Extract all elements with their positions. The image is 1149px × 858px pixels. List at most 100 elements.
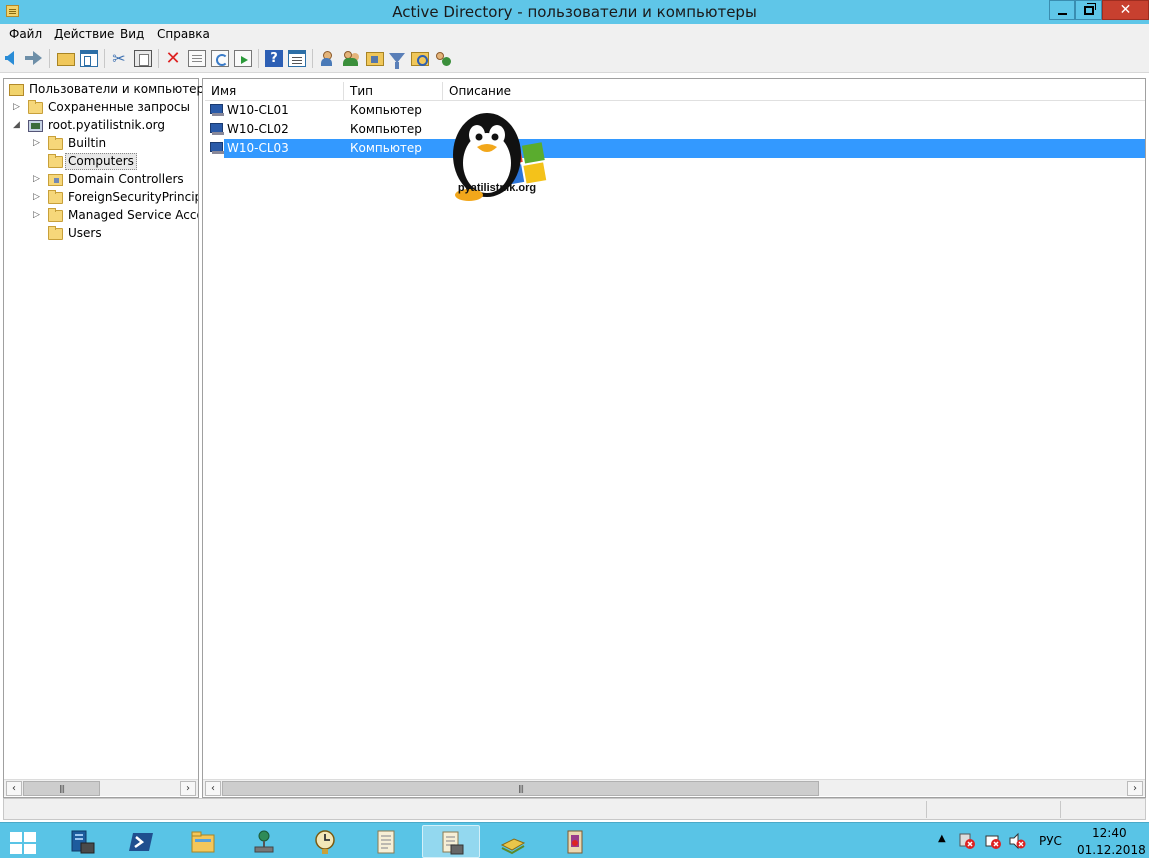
- computer-icon: [210, 123, 225, 135]
- taskbar-server-manager[interactable]: [53, 825, 111, 858]
- volume-muted-tray-icon[interactable]: [1008, 832, 1026, 850]
- clock-time[interactable]: 12:40: [1092, 826, 1127, 840]
- tree-label: Managed Service Accounts: [68, 208, 198, 222]
- expand-icon[interactable]: ▷: [32, 207, 41, 224]
- taskbar-dns[interactable]: [484, 825, 542, 858]
- taskbar-security[interactable]: [546, 825, 604, 858]
- scroll-doc-icon: [377, 830, 395, 854]
- tree-label: ForeignSecurityPrincipals: [68, 190, 198, 204]
- tree-item-saved-queries[interactable]: ▷ Сохраненные запросы: [10, 99, 200, 116]
- tree-item-users[interactable]: Users: [30, 225, 200, 242]
- expand-icon[interactable]: ▷: [32, 189, 41, 206]
- scroll-thumb[interactable]: |||: [23, 781, 100, 796]
- refresh-icon[interactable]: [211, 50, 229, 67]
- collapse-icon[interactable]: ◢: [12, 117, 21, 134]
- new-ou-icon[interactable]: [366, 52, 384, 66]
- new-user-icon[interactable]: [318, 50, 336, 67]
- column-header-type[interactable]: Тип: [344, 82, 443, 101]
- snapin-icon: [9, 84, 24, 96]
- scroll-thumb[interactable]: |||: [222, 781, 819, 796]
- tree-label: Users: [68, 226, 102, 240]
- console-tree[interactable]: Пользователи и компьютеры ▷ Сохраненные …: [3, 78, 214, 798]
- start-button[interactable]: [10, 832, 36, 854]
- results-list[interactable]: Имя Тип Описание W10-CL01 Компьютер W10-…: [202, 78, 1146, 798]
- tree-item-computers[interactable]: Computers: [30, 153, 200, 170]
- input-language-indicator[interactable]: РУС: [1039, 834, 1062, 848]
- menu-action[interactable]: Действие: [54, 27, 114, 41]
- file-explorer-icon: [191, 831, 215, 853]
- expand-icon[interactable]: ▷: [12, 99, 21, 116]
- tree-item-root[interactable]: Пользователи и компьютеры: [8, 81, 214, 98]
- tree-horizontal-scrollbar[interactable]: ‹ ||| ›: [4, 779, 198, 796]
- paste-icon[interactable]: [134, 50, 152, 67]
- tree-item-managed-service-accounts[interactable]: ▷ Managed Service Accounts: [30, 207, 198, 224]
- tree-item-foreign-security-principals[interactable]: ▷ ForeignSecurityPrincipals: [30, 189, 198, 206]
- restore-button[interactable]: [1075, 0, 1102, 20]
- powershell-icon: [129, 833, 153, 851]
- menu-help[interactable]: Справка: [157, 27, 210, 41]
- up-one-level-icon[interactable]: [57, 53, 75, 66]
- toolbar: ✂ ✕ ?: [0, 44, 1149, 73]
- forward-arrow-icon: [25, 51, 42, 65]
- table-row[interactable]: W10-CL02 Компьютер: [205, 120, 1145, 139]
- clock-icon: [315, 830, 335, 854]
- scroll-left-icon[interactable]: ‹: [6, 781, 22, 796]
- tree-item-builtin[interactable]: ▷ Builtin: [30, 135, 200, 152]
- computer-icon: [210, 142, 225, 154]
- close-button[interactable]: ✕: [1102, 0, 1149, 20]
- menu-view[interactable]: Вид: [120, 27, 144, 41]
- network-error-tray-icon[interactable]: [958, 832, 976, 850]
- column-header-name[interactable]: Имя: [205, 82, 344, 101]
- add-to-group-icon[interactable]: [434, 50, 452, 67]
- find-icon[interactable]: [411, 52, 429, 66]
- back-button[interactable]: [4, 50, 22, 67]
- tree-item-domain[interactable]: ◢ root.pyatilistnik.org: [10, 117, 200, 134]
- scroll-right-icon[interactable]: ›: [1127, 781, 1143, 796]
- domain-icon: [28, 120, 43, 132]
- taskbar-explorer[interactable]: [174, 825, 232, 858]
- taskbar-powershell[interactable]: [113, 825, 171, 858]
- taskbar-active-directory[interactable]: [422, 825, 480, 858]
- folder-icon: [48, 136, 63, 150]
- expand-icon[interactable]: ▷: [32, 135, 41, 152]
- menu-file[interactable]: Файл: [9, 27, 42, 41]
- scroll-right-icon[interactable]: ›: [180, 781, 196, 796]
- books-icon: [500, 838, 526, 855]
- cut-icon[interactable]: ✂: [110, 50, 128, 67]
- list-horizontal-scrollbar[interactable]: ‹ ||| ›: [203, 779, 1145, 796]
- table-row[interactable]: W10-CL01 Компьютер: [205, 101, 1145, 120]
- expand-icon[interactable]: ▷: [32, 171, 41, 188]
- filter-icon[interactable]: [389, 53, 405, 69]
- network-icon: [254, 830, 274, 853]
- server-manager-icon: [71, 830, 95, 854]
- taskbar-network[interactable]: [235, 825, 293, 858]
- new-group-icon[interactable]: [342, 50, 360, 67]
- tree-item-domain-controllers[interactable]: ▷ Domain Controllers: [30, 171, 200, 188]
- export-list-icon[interactable]: [234, 50, 252, 67]
- menu-bar: Файл Действие Вид Справка: [0, 24, 1149, 44]
- taskbar-notepad[interactable]: [357, 825, 415, 858]
- tree-label: Domain Controllers: [68, 172, 184, 186]
- action-pane-icon[interactable]: [288, 50, 306, 67]
- row-type: Компьютер: [350, 103, 422, 117]
- column-header-description[interactable]: Описание: [443, 82, 1145, 101]
- show-hidden-icons-button[interactable]: ▲: [938, 833, 946, 844]
- windows-logo-icon: [10, 832, 22, 842]
- forward-button[interactable]: [25, 50, 43, 67]
- table-row-selected[interactable]: W10-CL03 Компьютер: [205, 139, 1145, 158]
- scroll-left-icon[interactable]: ‹: [205, 781, 221, 796]
- help-icon[interactable]: ?: [265, 50, 283, 67]
- taskbar-task-scheduler[interactable]: [296, 825, 354, 858]
- status-bar: [3, 798, 1146, 820]
- minimize-button[interactable]: [1049, 0, 1075, 20]
- clock-date[interactable]: 01.12.2018: [1077, 843, 1146, 857]
- delete-icon[interactable]: ✕: [164, 50, 182, 68]
- window-title: Active Directory - пользователи и компью…: [392, 3, 757, 21]
- action-center-tray-icon[interactable]: [984, 832, 1002, 850]
- row-type: Компьютер: [350, 122, 422, 136]
- show-hide-console-tree-icon[interactable]: [80, 50, 98, 67]
- properties-doc-icon[interactable]: [188, 50, 206, 67]
- folder-icon: [48, 190, 63, 204]
- logo-text: pyatilistnik.org: [458, 182, 536, 194]
- aduc-icon: [442, 831, 464, 855]
